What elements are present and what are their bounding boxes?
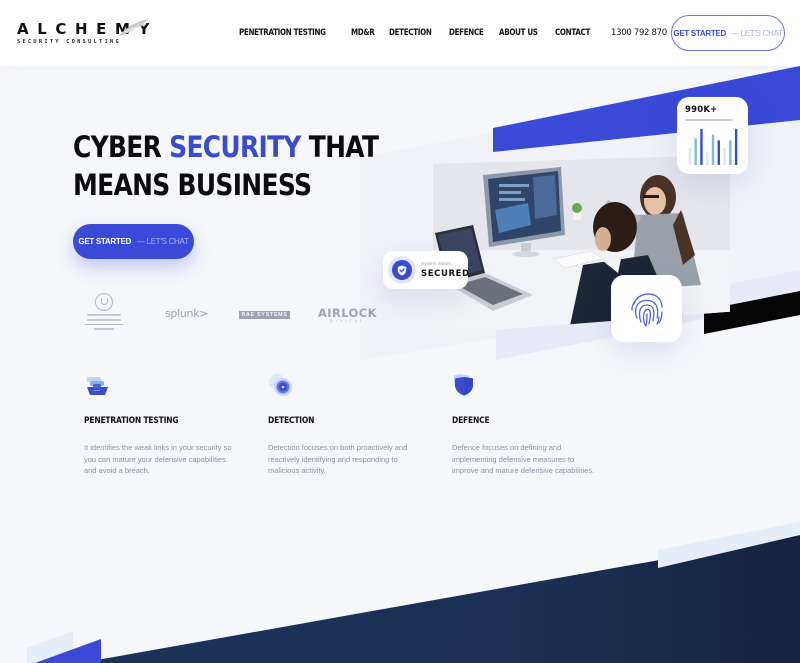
partner-logo-government-sa: [84, 293, 124, 330]
airlock-wordmark: AIRLOCK: [318, 306, 377, 320]
bottom-light-strip: [658, 522, 800, 568]
logo-tagline: SECURITY CONSULTING: [17, 39, 121, 45]
fingerprint-icon: [630, 292, 663, 327]
service-penetration-testing[interactable]: PENETRATION TESTING It identifies the we…: [84, 372, 254, 477]
main-nav: PENETRATION TESTING MD&R DETECTION DEFEN…: [239, 27, 596, 37]
shield-icon: [454, 374, 473, 396]
hero-title-line2: MEANS BUSINESS: [73, 168, 312, 202]
hero-photo-office-team: [433, 155, 730, 335]
cta-primary-label: GET STARTED: [673, 28, 726, 38]
cta-secondary-label: — LET'S CHAT: [730, 28, 783, 38]
header-get-started-button[interactable]: GET STARTED — LET'S CHAT: [671, 15, 785, 51]
logo[interactable]: ALCHEMY SECURITY CONSULTING: [17, 19, 158, 45]
nav-about-us[interactable]: ABOUT US: [499, 27, 538, 37]
stat-caption-unreadable: [685, 119, 733, 121]
service-detection[interactable]: DETECTION Detection focuses on both proa…: [268, 372, 438, 477]
fingerprint-card: [611, 275, 682, 342]
nav-contact[interactable]: CONTACT: [555, 27, 590, 37]
service-title: DEFENCE: [452, 415, 490, 425]
service-title: DETECTION: [268, 415, 315, 425]
system-status-card: System Status SECURED: [383, 251, 470, 289]
nav-detection[interactable]: DETECTION: [389, 27, 432, 37]
cta-primary-label: GET STARTED: [78, 237, 131, 246]
stat-bar: [723, 147, 726, 165]
nav-penetration-testing[interactable]: PENETRATION TESTING: [239, 27, 326, 37]
hero-title: CYBER SECURITY THAT MEANS BUSINESS: [73, 128, 383, 204]
partner-logo-airlock: AIRLOCK DIGITAL: [318, 306, 377, 323]
bottom-blue-strip: [35, 639, 101, 663]
status-value: SECURED: [421, 269, 470, 279]
radar-icon: [269, 374, 292, 396]
partner-logo-splunk: splunk>: [165, 307, 209, 320]
service-description: Detection focuses on both proactively an…: [268, 443, 408, 476]
service-defence[interactable]: DEFENCE Defence focuses on defining and …: [452, 372, 622, 477]
stat-card: 990K+: [677, 97, 748, 174]
wing-icon: [119, 19, 148, 36]
service-title: PENETRATION TESTING: [84, 415, 179, 425]
hero-title-accent: SECURITY: [169, 130, 301, 164]
nav-defence[interactable]: DEFENCE: [449, 27, 484, 37]
stat-bar: [688, 147, 692, 165]
stat-bar: [706, 151, 709, 165]
stat-value: 990K+: [685, 105, 718, 115]
stat-bar: [694, 138, 697, 165]
partner-logos: splunk> BAE SYSTEMS AIRLOCK DIGITAL: [80, 293, 380, 343]
accent-band-blue: [493, 66, 800, 152]
hero-title-suffix: THAT: [300, 130, 379, 164]
stat-bar: [700, 128, 703, 165]
layers-icon: [87, 377, 108, 395]
stat-bar: [711, 134, 715, 165]
site-header: ALCHEMY SECURITY CONSULTING PENETRATION …: [0, 0, 800, 66]
bottom-navy-band: [80, 535, 800, 663]
hero-title-prefix: CYBER: [73, 130, 170, 164]
partner-logo-bae-systems: BAE SYSTEMS: [239, 311, 290, 319]
stat-bar: [729, 140, 732, 165]
crest-icon: [95, 293, 113, 311]
service-description: Defence focuses on defining and implemen…: [452, 443, 595, 476]
shield-check-icon: [392, 260, 412, 280]
bottom-light-strip-left: [27, 631, 73, 663]
cta-secondary-label: — LET'S CHAT: [136, 237, 189, 246]
stat-bar-chart: [688, 128, 738, 165]
stat-bar: [717, 140, 720, 165]
phone-number[interactable]: 1300 792 870: [611, 28, 667, 38]
stat-bar: [734, 128, 738, 165]
hero-get-started-button[interactable]: GET STARTED — LET'S CHAT: [73, 224, 194, 259]
service-description: It identifies the weak links in your sec…: [84, 443, 232, 476]
status-label: System Status: [421, 261, 451, 266]
office-scene-illustration: [433, 155, 730, 335]
nav-mdr[interactable]: MD&R: [351, 27, 375, 37]
